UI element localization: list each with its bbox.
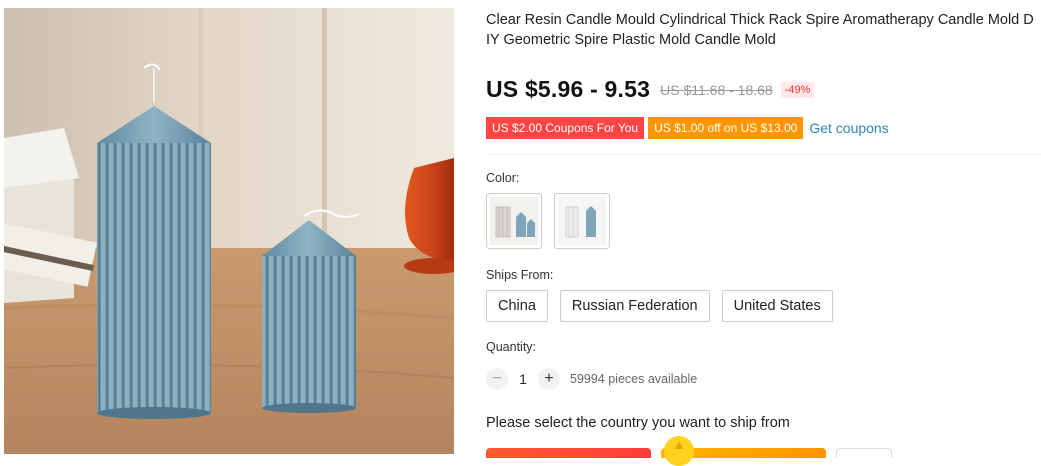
ship-from-notice: Please select the country you want to sh… (486, 415, 790, 431)
divider (486, 154, 1041, 155)
available-stock: 59994 pieces available (570, 372, 698, 386)
ship-option-russian-federation[interactable]: Russian Federation (559, 290, 710, 322)
get-coupons-link[interactable]: Get coupons (809, 120, 888, 136)
store-discount-badge[interactable]: US $1.00 off on US $13.00 (648, 117, 804, 139)
coupon-badge[interactable]: US $2.00 Coupons For You (486, 117, 645, 139)
product-info-panel: Clear Resin Candle Mould Cylindrical Thi… (486, 0, 1041, 466)
price-row: US $5.96 - 9.53 US $11.68 - 18.68 -49% (486, 76, 815, 103)
current-price: US $5.96 - 9.53 (486, 76, 651, 102)
product-title: Clear Resin Candle Mould Cylindrical Thi… (486, 12, 1034, 48)
original-price: US $11.68 - 18.68 (660, 81, 773, 98)
wishlist-button[interactable] (836, 448, 892, 458)
discount-badge: -49% (780, 81, 815, 98)
ship-option-china[interactable]: China (486, 290, 548, 322)
color-option-1[interactable] (486, 193, 542, 249)
quantity-label: Quantity: (486, 340, 537, 354)
quantity-stepper: − 1 + 59994 pieces available (486, 368, 697, 390)
color-option-2[interactable] (554, 193, 610, 249)
product-image[interactable] (4, 8, 454, 454)
candle-mold-thumbnail-icon (558, 197, 606, 245)
coupon-row: US $2.00 Coupons For You US $1.00 off on… (486, 117, 889, 139)
promo-badge-icon: ▲ (664, 436, 694, 466)
quantity-increase-button[interactable]: + (538, 368, 560, 390)
ships-from-label: Ships From: (486, 268, 554, 282)
buy-now-button[interactable] (486, 448, 651, 458)
ships-from-options: China Russian Federation United States (486, 290, 833, 322)
candle-photo-illustration (4, 8, 454, 454)
color-options (486, 193, 610, 249)
color-label: Color: (486, 171, 520, 185)
quantity-value[interactable]: 1 (508, 371, 538, 387)
quantity-decrease-button[interactable]: − (486, 368, 508, 390)
ship-option-united-states[interactable]: United States (721, 290, 833, 322)
candle-mold-thumbnail-icon (490, 197, 538, 245)
